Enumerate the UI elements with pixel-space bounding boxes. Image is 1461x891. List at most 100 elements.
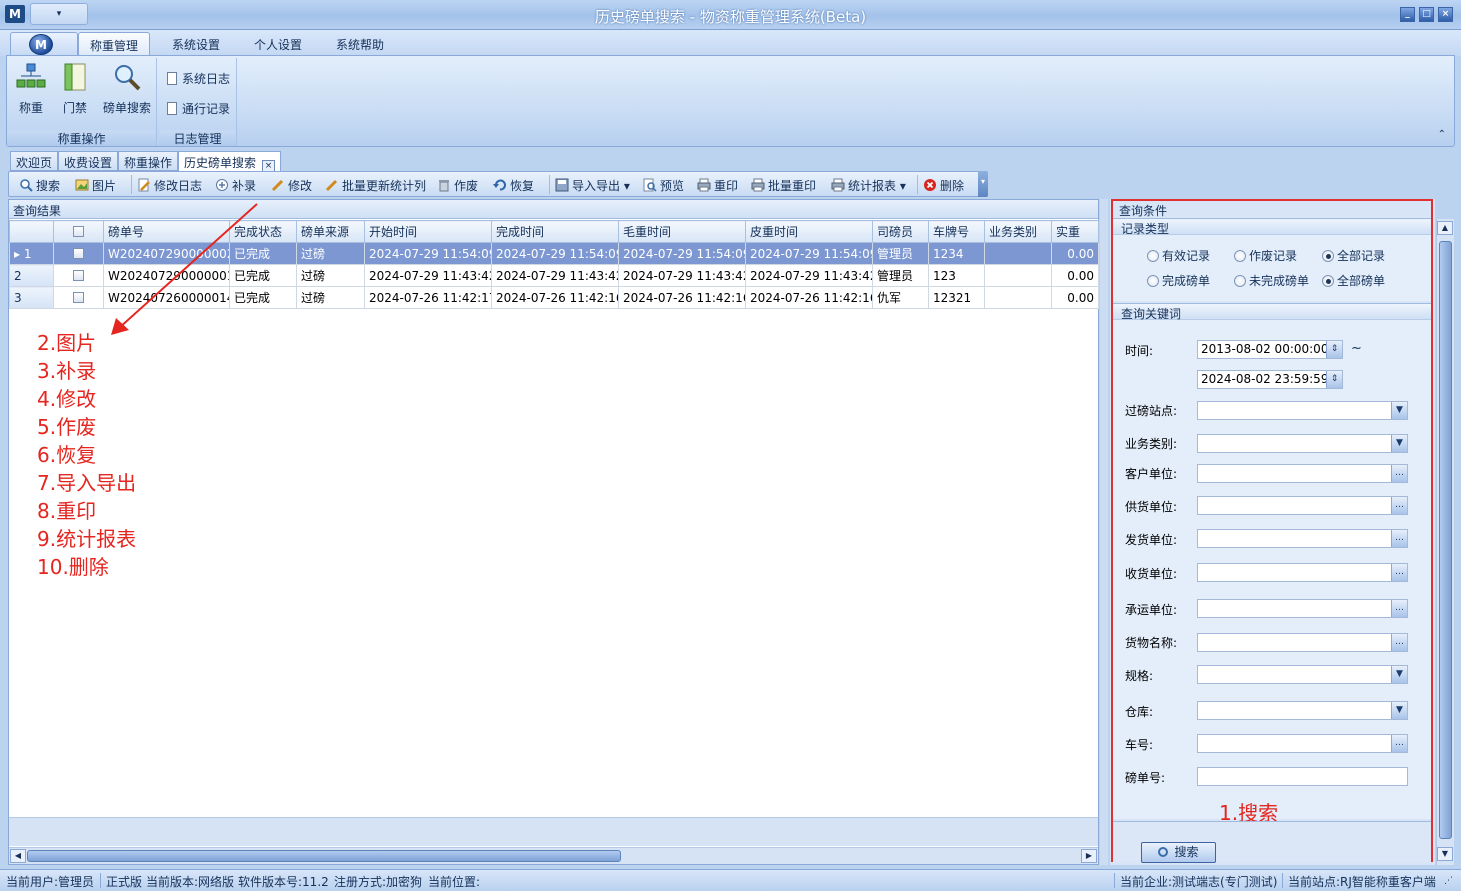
scrollbar-thumb[interactable]: [1439, 241, 1452, 839]
toolbar-modify-button[interactable]: 修改: [271, 177, 312, 194]
document-icon: [167, 102, 177, 115]
spec-select[interactable]: ▼: [1197, 665, 1408, 684]
vehicle-picker[interactable]: …: [1197, 734, 1408, 753]
shipper-picker[interactable]: …: [1197, 529, 1408, 548]
time-to-input[interactable]: 2024-08-02 23:59:59 ⇕: [1197, 370, 1343, 389]
tare-time-cell: 2024-07-29 11:43:42: [745, 264, 873, 287]
column-header[interactable]: 实重: [1051, 220, 1099, 243]
radio-void-records[interactable]: 作废记录: [1234, 247, 1297, 264]
radio-all-records[interactable]: 全部记录: [1322, 247, 1385, 264]
pass-record-button[interactable]: 通行记录: [167, 100, 230, 117]
toolbar-batch-update-button[interactable]: 批量更新统计列: [325, 177, 426, 194]
radio-valid-records[interactable]: 有效记录: [1147, 247, 1210, 264]
spin-icon[interactable]: ⇕: [1326, 341, 1342, 358]
row-indicator-header: [9, 220, 54, 243]
scrollbar-thumb[interactable]: [27, 850, 621, 862]
search-button[interactable]: 搜索: [1141, 842, 1216, 863]
title-bar: M ▾ 历史磅单搜索 - 物资称重管理系统(Beta) _ □ ×: [0, 0, 1461, 30]
toolbar-void-button[interactable]: 作废: [437, 177, 478, 194]
system-log-button[interactable]: 系统日志: [167, 70, 230, 87]
column-header[interactable]: 开始时间: [364, 220, 492, 243]
minimize-icon[interactable]: _: [1400, 7, 1415, 22]
tab-fee-settings[interactable]: 收费设置: [58, 151, 119, 171]
close-icon[interactable]: ×: [1438, 7, 1453, 22]
toolbar-import-export-button[interactable]: 导入导出 ▾: [555, 177, 630, 194]
ticket-number-input[interactable]: [1197, 767, 1408, 786]
ellipsis-icon[interactable]: …: [1391, 600, 1407, 617]
row-checkbox[interactable]: [53, 286, 104, 309]
tab-weighing-operation[interactable]: 称重操作: [118, 151, 179, 171]
toolbar-overflow-icon[interactable]: ▾: [978, 171, 988, 197]
weigh-button[interactable]: 称重: [13, 62, 49, 116]
toolbar-delete-button[interactable]: 删除: [923, 177, 964, 194]
warehouse-select[interactable]: ▼: [1197, 701, 1408, 720]
ellipsis-icon[interactable]: …: [1391, 634, 1407, 651]
ribbon-collapse-icon[interactable]: ⌃: [1438, 129, 1446, 140]
toolbar-search-button[interactable]: 搜索: [19, 177, 60, 194]
radio-uncompleted-tickets[interactable]: 未完成磅单: [1234, 272, 1309, 289]
chevron-down-icon[interactable]: ▼: [1391, 666, 1407, 683]
ellipsis-icon[interactable]: …: [1391, 564, 1407, 581]
horizontal-scrollbar[interactable]: ◀ ▶: [9, 847, 1098, 864]
toolbar-restore-button[interactable]: 恢复: [493, 177, 534, 194]
chevron-down-icon[interactable]: ▼: [1391, 435, 1407, 452]
annotation-arrow: [111, 203, 258, 335]
scroll-left-icon[interactable]: ◀: [10, 849, 26, 863]
chevron-down-icon[interactable]: ▼: [1391, 702, 1407, 719]
toolbar-edit-log-button[interactable]: 修改日志: [137, 177, 202, 194]
time-from-input[interactable]: 2013-08-02 00:00:00 ⇕: [1197, 340, 1343, 359]
goods-picker[interactable]: …: [1197, 633, 1408, 652]
ribbon-tab-system-settings[interactable]: 系统设置: [172, 36, 220, 53]
toolbar-batch-reprint-button[interactable]: 批量重印: [751, 177, 816, 194]
carrier-picker[interactable]: …: [1197, 599, 1408, 618]
ellipsis-icon[interactable]: …: [1391, 465, 1407, 482]
column-header[interactable]: 完成时间: [491, 220, 619, 243]
ribbon-tab-help[interactable]: 系统帮助: [336, 36, 384, 53]
toolbar-reprint-button[interactable]: 重印: [697, 177, 738, 194]
pane-splitter[interactable]: [1100, 199, 1108, 865]
resize-grip-icon[interactable]: ⋰: [1444, 876, 1453, 886]
column-header[interactable]: 毛重时间: [618, 220, 746, 243]
row-checkbox[interactable]: [53, 242, 104, 265]
select-all-checkbox[interactable]: [53, 220, 104, 243]
ellipsis-icon[interactable]: …: [1391, 497, 1407, 514]
column-header[interactable]: 业务类别: [984, 220, 1052, 243]
ellipsis-icon[interactable]: …: [1391, 735, 1407, 752]
gate-button[interactable]: 门禁: [57, 62, 93, 116]
category-select[interactable]: ▼: [1197, 434, 1408, 453]
customer-picker[interactable]: …: [1197, 464, 1408, 483]
toolbar-preview-button[interactable]: 预览: [643, 177, 684, 194]
ticket-search-button[interactable]: 磅单搜索: [101, 62, 153, 116]
station-select[interactable]: ▼: [1197, 401, 1408, 420]
ellipsis-icon[interactable]: …: [1391, 530, 1407, 547]
toolbar-report-button[interactable]: 统计报表 ▾: [831, 177, 906, 194]
application-menu-button[interactable]: M: [10, 32, 78, 56]
spin-icon[interactable]: ⇕: [1326, 371, 1342, 388]
column-header[interactable]: 车牌号: [928, 220, 985, 243]
receiver-picker[interactable]: …: [1197, 563, 1408, 582]
radio-completed-tickets[interactable]: 完成磅单: [1147, 272, 1210, 289]
plate-cell: 1234: [928, 242, 985, 265]
chevron-down-icon[interactable]: ▼: [1391, 402, 1407, 419]
ribbon-tab-personal-settings[interactable]: 个人设置: [254, 36, 302, 53]
window-title: 历史磅单搜索 - 物资称重管理系统(Beta): [594, 8, 867, 26]
scroll-right-icon[interactable]: ▶: [1081, 849, 1097, 863]
tab-welcome[interactable]: 欢迎页: [10, 151, 59, 171]
column-header[interactable]: 皮重时间: [745, 220, 873, 243]
row-checkbox[interactable]: [53, 264, 104, 287]
vertical-scrollbar[interactable]: ▲ ▼: [1436, 219, 1454, 865]
maximize-icon[interactable]: □: [1419, 7, 1434, 22]
status-station: 当前站点:RJ智能称重客户端: [1288, 875, 1436, 889]
scroll-down-icon[interactable]: ▼: [1437, 847, 1453, 861]
image-icon: [75, 179, 89, 191]
supplier-picker[interactable]: …: [1197, 496, 1408, 515]
column-header[interactable]: 司磅员: [872, 220, 929, 243]
toolbar-supplement-button[interactable]: 补录: [215, 177, 256, 194]
results-panel: 查询结果 磅单号 完成状态 磅单来源 开始时间 完成时间 毛重时间 皮重时间 司…: [8, 199, 1099, 865]
ribbon-tab-weighing[interactable]: 称重管理: [78, 32, 151, 56]
radio-all-tickets[interactable]: 全部磅单: [1322, 272, 1385, 289]
scroll-up-icon[interactable]: ▲: [1437, 221, 1453, 235]
toolbar-image-button[interactable]: 图片: [75, 177, 116, 194]
column-header[interactable]: 磅单来源: [296, 220, 365, 243]
tab-history-ticket-search[interactable]: 历史磅单搜索 ×: [178, 151, 282, 173]
